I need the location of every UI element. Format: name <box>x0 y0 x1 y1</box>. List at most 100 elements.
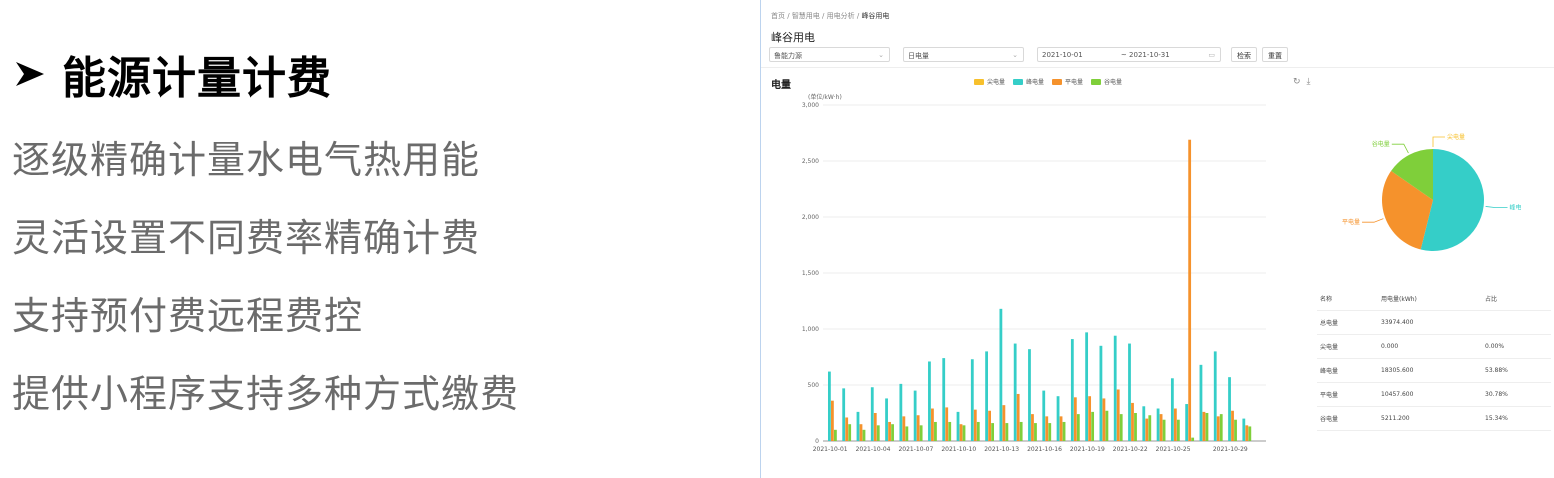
refresh-icon[interactable]: ↻ <box>1293 77 1301 87</box>
table-cell: 总电量 <box>1320 320 1339 327</box>
bar-1-27 <box>1213 351 1217 441</box>
y-tick-label: 500 <box>808 382 820 389</box>
x-tick-label: 2021-10-04 <box>856 446 891 453</box>
bar-chart: 0 500 1,000 1,500 2,000 2,500 3,000 2021-10-01 2… <box>802 102 1266 453</box>
bar-1-3 <box>870 387 874 441</box>
app-screenshot: 首页 / 智慧用电 / 用电分析 / 峰谷用电 峰谷用电 鲁能力源 ⌄ 日电量 … <box>760 0 1554 478</box>
feature-panel: 能源计量计费 逐级精确计量水电气热用能 灵活设置不同费率精确计费 支持预付费远程… <box>0 0 740 478</box>
table-cell: 18305.600 <box>1381 367 1414 374</box>
bar-2-14 <box>1031 414 1034 441</box>
x-tick-label: 2021-10-01 <box>813 446 848 453</box>
bar-3-2 <box>862 429 866 441</box>
bar-3-28 <box>1234 419 1237 441</box>
bar-2-25 <box>1188 139 1192 441</box>
bar-1-17 <box>1070 339 1074 441</box>
table-row: 尖电量 0.000 0.00% <box>1317 335 1551 359</box>
bar-3-5 <box>905 426 909 441</box>
bar-3-25 <box>1191 437 1195 441</box>
bar-3-29 <box>1248 426 1252 441</box>
bar-1-26 <box>1199 364 1203 441</box>
legend-item-peak[interactable]: 峰电量 <box>1013 77 1044 86</box>
bar-1-22 <box>1142 406 1146 441</box>
bar-2-17 <box>1073 397 1077 441</box>
bar-1-15 <box>1042 390 1046 441</box>
bar-3-17 <box>1076 414 1080 441</box>
feature-line: 支持预付费远程费控 <box>12 294 364 338</box>
building-select-value: 鲁能力源 <box>774 52 802 60</box>
bar-3-27 <box>1219 414 1223 441</box>
chart-title: 电量 <box>771 80 791 91</box>
date-separator: ~ <box>1120 51 1127 59</box>
bar-3-26 <box>1205 413 1209 441</box>
table-header-row: 名称 用电量(kWh) 占比 <box>1317 287 1551 311</box>
bar-1-9 <box>956 411 960 441</box>
bar-2-19 <box>1102 398 1106 441</box>
table-cell: 10457.600 <box>1381 391 1414 398</box>
bar-3-16 <box>1062 421 1066 441</box>
x-tick-label: 2021-10-19 <box>1070 446 1105 453</box>
bar-2-22 <box>1145 418 1149 441</box>
download-icon[interactable]: ⤓ <box>1307 77 1311 87</box>
y-tick-label: 1,000 <box>802 326 819 333</box>
bar-3-0 <box>834 429 837 441</box>
date-end: 2021-10-31 <box>1129 51 1170 59</box>
bar-1-23 <box>1156 408 1160 441</box>
y-tick-label: 2,500 <box>802 158 819 165</box>
bar-1-24 <box>1170 378 1174 441</box>
pie-label-line <box>1432 136 1445 147</box>
bar-1-28 <box>1228 377 1231 441</box>
pie-label: 平电量 <box>1342 218 1360 226</box>
table-cell: 5211.200 <box>1381 415 1410 422</box>
bar-3-15 <box>1048 423 1052 441</box>
feature-line: 灵活设置不同费率精确计费 <box>12 216 481 260</box>
bar-2-10 <box>973 409 977 441</box>
pie-label-line <box>1391 143 1409 154</box>
feature-line: 逐级精确计量水电气热用能 <box>12 138 481 182</box>
granularity-select[interactable]: 日电量 ⌄ <box>903 47 1024 62</box>
building-select[interactable]: 鲁能力源 ⌄ <box>769 47 890 62</box>
bar-2-4 <box>888 421 891 441</box>
bar-2-12 <box>1002 405 1006 441</box>
bar-1-12 <box>999 308 1003 441</box>
date-range-picker[interactable]: 2021-10-01 ~ 2021-10-31 ▭ <box>1037 47 1221 62</box>
arrow-bullet-icon <box>14 60 46 88</box>
bar-3-20 <box>1119 414 1123 441</box>
bar-2-2 <box>859 424 863 441</box>
bar-3-19 <box>1105 410 1109 441</box>
bar-2-26 <box>1202 411 1206 441</box>
legend-swatch <box>974 78 984 85</box>
bar-1-1 <box>842 388 846 441</box>
bar-2-21 <box>1131 402 1134 441</box>
bar-1-7 <box>928 361 931 441</box>
calendar-icon: ▭ <box>1208 51 1215 59</box>
bar-1-13 <box>1013 343 1017 441</box>
table-header: 占比 <box>1485 296 1498 303</box>
bar-1-20 <box>1113 335 1117 441</box>
feature-list: 逐级精确计量水电气热用能 灵活设置不同费率精确计费 支持预付费远程费控 提供小程… <box>12 133 519 445</box>
search-button[interactable]: 检索 <box>1231 47 1257 62</box>
reset-button[interactable]: 重置 <box>1262 47 1288 62</box>
table-row: 谷电量 5211.200 15.34% <box>1317 407 1551 431</box>
legend-item-flat[interactable]: 平电量 <box>1052 77 1083 86</box>
x-tick-label: 2021-10-07 <box>898 446 933 453</box>
bar-2-23 <box>1159 414 1163 441</box>
y-tick-label: 0 <box>815 438 819 445</box>
energy-table: 名称 用电量(kWh) 占比 总电量 33974.400 尖电量 0.000 0… <box>1317 287 1551 431</box>
breadcrumb-home[interactable]: 首页 <box>771 12 785 20</box>
legend-label: 峰电量 <box>1026 79 1045 86</box>
bar-3-7 <box>934 421 937 441</box>
breadcrumb-smart-power[interactable]: 智慧用电 <box>792 12 820 20</box>
bar-3-22 <box>1148 415 1152 441</box>
bar-2-18 <box>1088 396 1092 441</box>
breadcrumb-power-analysis[interactable]: 用电分析 <box>827 12 855 20</box>
x-tick-label: 2021-10-13 <box>984 446 1019 453</box>
date-start: 2021-10-01 <box>1042 51 1083 59</box>
legend-item-valley[interactable]: 谷电量 <box>1091 77 1122 86</box>
feature-heading: 能源计量计费 <box>14 42 332 106</box>
granularity-select-value: 日电量 <box>908 52 929 60</box>
bar-3-3 <box>876 425 880 441</box>
table-cell: 15.34% <box>1485 415 1508 422</box>
bar-2-29 <box>1245 425 1249 441</box>
bar-3-14 <box>1034 423 1037 441</box>
legend-item-sharp[interactable]: 尖电量 <box>974 77 1005 86</box>
